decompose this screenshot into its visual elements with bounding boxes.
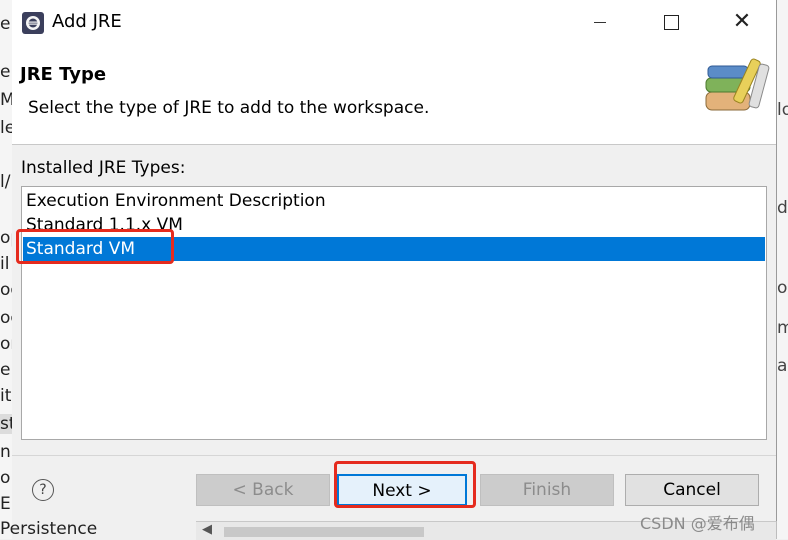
bg-fragment: oc	[0, 308, 12, 328]
wizard-header: JRE Type Select the type of JRE to add t…	[12, 44, 776, 145]
close-button[interactable]: ✕	[719, 0, 765, 44]
bg-fragment: o	[0, 468, 11, 488]
bg-fragment: M	[0, 90, 12, 110]
bg-fragment: d	[777, 198, 788, 218]
footer-divider	[12, 455, 776, 456]
page-description: Select the type of JRE to add to the wor…	[28, 98, 430, 118]
bg-fragment: op	[0, 228, 12, 248]
bg-fragment: E	[0, 494, 11, 514]
bg-fragment: oli	[777, 278, 788, 298]
bg-fragment: l/	[0, 172, 11, 192]
background-editor-right: lo d oli m a	[776, 0, 788, 539]
window-title: Add JRE	[52, 11, 122, 32]
books-icon	[705, 58, 770, 111]
minimize-button[interactable]	[577, 0, 623, 44]
bg-fragment: it	[0, 386, 12, 406]
jre-types-list[interactable]: Execution Environment Description Standa…	[21, 186, 767, 440]
help-icon[interactable]: ?	[32, 479, 54, 501]
bg-persistence-label: Persistence	[0, 519, 98, 539]
maximize-button[interactable]	[648, 0, 694, 44]
bg-fragment: st	[0, 414, 12, 434]
highlight-standard-vm	[16, 229, 174, 264]
bg-fragment: n	[0, 442, 11, 462]
bg-fragment: le	[0, 118, 12, 138]
bg-fragment: er	[0, 14, 12, 34]
scroll-thumb	[224, 527, 424, 537]
installed-jre-types-label: Installed JRE Types:	[21, 158, 186, 178]
scroll-left-icon: ◀	[202, 522, 212, 537]
finish-button[interactable]: Finish	[480, 474, 614, 506]
watermark: CSDN @爱布偶	[640, 514, 755, 533]
bg-fragment: on	[0, 334, 12, 354]
cancel-button[interactable]: Cancel	[625, 474, 759, 506]
background-editor-left: er er M le l/ op il oo oc on eb it st n …	[0, 0, 12, 539]
bg-fragment: lo	[777, 100, 788, 120]
highlight-next-button	[334, 461, 476, 508]
bg-fragment: a	[777, 356, 788, 376]
bg-fragment: il	[0, 254, 10, 274]
eclipse-app-icon	[22, 12, 44, 34]
title-bar: Add JRE ✕	[12, 0, 776, 44]
list-item-execution-environment[interactable]: Execution Environment Description	[23, 189, 765, 213]
bg-fragment: er	[0, 62, 12, 82]
bg-fragment: oo	[0, 280, 12, 300]
background-bottom: Persistence	[0, 519, 200, 539]
bg-fragment: eb	[0, 360, 12, 380]
back-button[interactable]: < Back	[196, 474, 330, 506]
page-title: JRE Type	[20, 64, 107, 85]
bg-fragment: m	[777, 318, 788, 338]
